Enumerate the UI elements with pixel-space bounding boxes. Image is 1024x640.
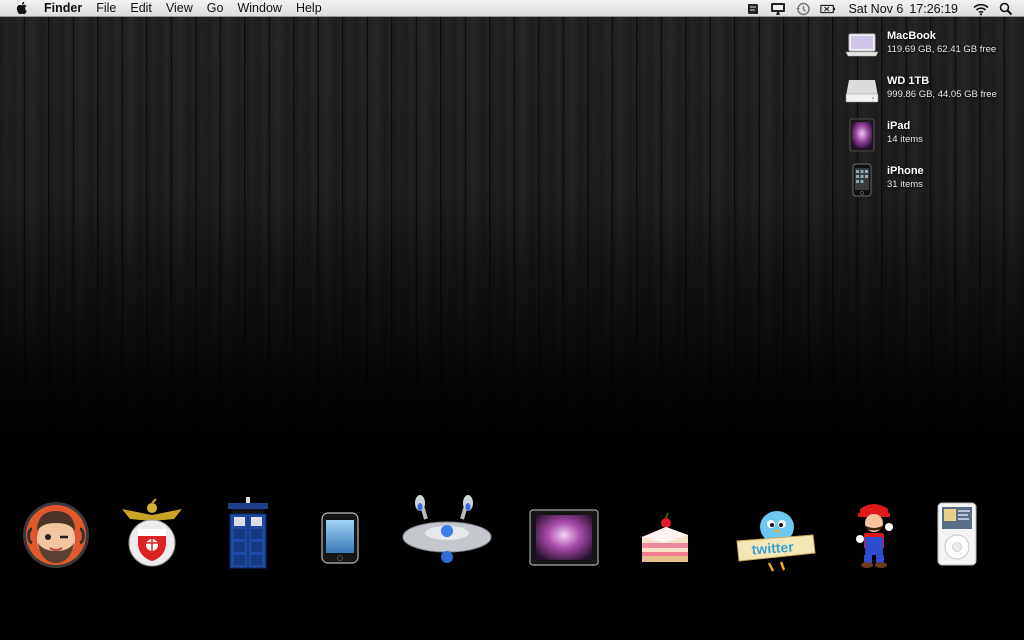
menu-go[interactable]: Go <box>200 0 231 17</box>
volume-name: iPhone <box>887 165 924 177</box>
menu-bar: Finder File Edit View Go Window Help Sat… <box>0 0 1024 17</box>
volume-info: 31 items <box>887 179 923 190</box>
menu-help[interactable]: Help <box>289 0 329 17</box>
iphone-app-icon[interactable] <box>318 495 362 575</box>
volume-info: 999.86 GB, 44.05 GB free <box>887 89 997 100</box>
clock-date: Sat Nov 6 <box>848 1 904 16</box>
display-icon[interactable] <box>770 2 786 16</box>
macbook-icon <box>845 28 879 62</box>
twitter-bird-icon[interactable]: twitter <box>733 495 817 575</box>
svg-text:twitter: twitter <box>751 539 795 558</box>
volume-wd-1tb[interactable]: WD 1TB 999.86 GB, 44.05 GB free <box>845 72 1020 117</box>
volume-name: iPad <box>887 120 911 132</box>
starship-icon[interactable] <box>400 495 494 575</box>
cake-icon[interactable] <box>636 495 694 575</box>
menu-finder[interactable]: Finder <box>44 0 89 17</box>
battery-icon[interactable] <box>820 2 836 16</box>
mario-icon[interactable] <box>852 495 896 575</box>
volume-info: 14 items <box>887 134 923 145</box>
ipod-icon[interactable] <box>935 495 979 575</box>
volume-macbook[interactable]: MacBook 119.69 GB, 62.41 GB free <box>845 27 1020 72</box>
volume-name: MacBook <box>887 30 936 42</box>
ipad-icon <box>845 118 879 152</box>
wifi-icon[interactable] <box>973 2 989 16</box>
menubar-clock[interactable]: Sat Nov 6 17:26:19 <box>848 2 964 16</box>
spotlight-icon[interactable] <box>998 2 1014 16</box>
menu-edit[interactable]: Edit <box>123 0 159 17</box>
volume-iphone[interactable]: iPhone 31 items <box>845 162 1020 207</box>
menu-view[interactable]: View <box>159 0 200 17</box>
avatar-face-icon[interactable] <box>20 495 92 575</box>
desktop-volume-list: MacBook 119.69 GB, 62.41 GB free WD 1TB … <box>845 27 1020 207</box>
status-area: Sat Nov 6 17:26:19 <box>736 0 1014 17</box>
desktop-icon-row: twitter <box>0 495 1024 575</box>
ipad-app-icon[interactable] <box>528 495 600 575</box>
iphone-icon <box>845 163 879 197</box>
menu-file[interactable]: File <box>89 0 123 17</box>
apple-logo-icon[interactable] <box>14 0 30 16</box>
tardis-icon[interactable] <box>222 495 274 575</box>
benfica-crest-icon[interactable] <box>118 495 186 575</box>
script-icon[interactable] <box>745 2 761 16</box>
volume-name: WD 1TB <box>887 75 930 87</box>
menu-window[interactable]: Window <box>230 0 288 17</box>
clock-time: 17:26:19 <box>909 1 958 16</box>
external-drive-icon <box>845 73 879 107</box>
time-machine-icon[interactable] <box>795 2 811 16</box>
volume-info: 119.69 GB, 62.41 GB free <box>887 44 997 55</box>
volume-ipad[interactable]: iPad 14 items <box>845 117 1020 162</box>
